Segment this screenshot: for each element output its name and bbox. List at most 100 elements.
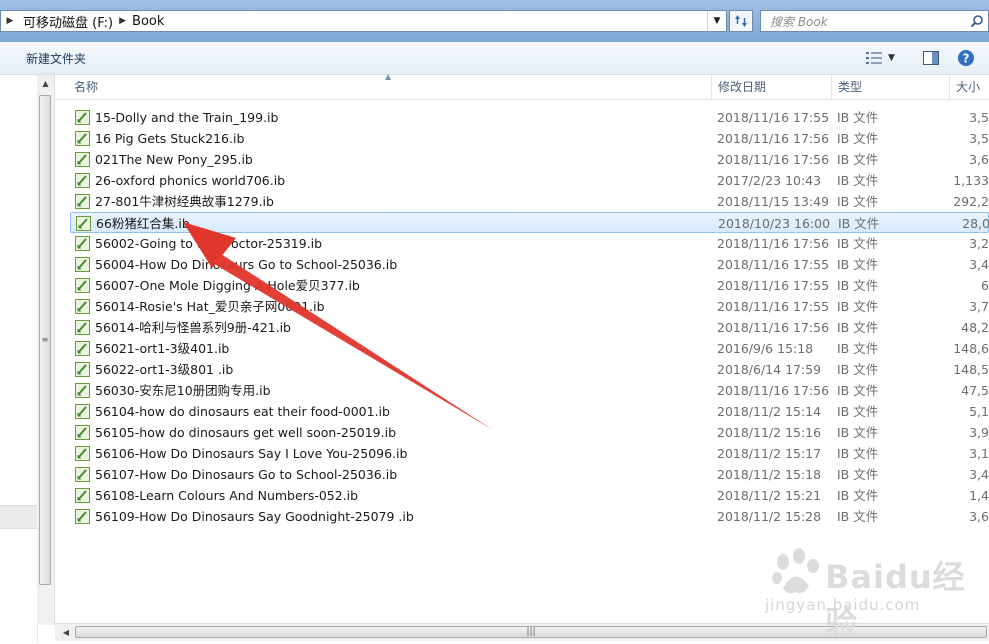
column-header: ▲ 名称 修改日期 类型 大小 bbox=[55, 72, 989, 100]
column-size[interactable]: 大小 bbox=[950, 75, 989, 99]
file-row[interactable]: 66粉猪红合集.ib 2018/10/23 16:00 IB 文件 28,0 bbox=[70, 212, 989, 233]
scrollbar-thumb[interactable]: ≡ bbox=[39, 95, 51, 585]
help-button[interactable]: ? bbox=[956, 48, 976, 68]
file-row[interactable]: 56004-How Do Dinosaurs Go to School-2503… bbox=[70, 254, 989, 275]
search-icon[interactable] bbox=[966, 11, 988, 31]
file-date-modified: 2017/2/23 10:43 bbox=[717, 173, 822, 188]
file-type: IB 文件 bbox=[837, 320, 879, 335]
file-row[interactable]: 16 Pig Gets Stuck216.ib 2018/11/16 17:56 I… bbox=[70, 128, 989, 149]
file-row[interactable]: 56002-Going to the Doctor-25319.ib 2018/1… bbox=[70, 233, 989, 254]
ib-file-icon bbox=[75, 278, 90, 293]
file-size: 3,2 bbox=[969, 236, 989, 251]
file-row[interactable]: 56030-安东尼10册团购专用.ib 2018/11/16 17:56 IB 文件… bbox=[70, 380, 989, 401]
file-type: IB 文件 bbox=[837, 383, 879, 398]
ib-file-icon bbox=[76, 216, 91, 231]
file-row[interactable]: 56106-How Do Dinosaurs Say I Love You-25… bbox=[70, 443, 989, 464]
file-size: 3,7 bbox=[969, 299, 989, 314]
address-history-dropdown-icon[interactable]: ▼ bbox=[707, 11, 726, 31]
file-name: 15-Dolly and the Train_199.ib bbox=[95, 110, 279, 125]
breadcrumb-separator-icon[interactable]: ▶ bbox=[117, 16, 128, 26]
file-size: 292,2 bbox=[953, 194, 989, 209]
file-type: IB 文件 bbox=[837, 194, 879, 209]
file-size: 3,4 bbox=[969, 257, 989, 272]
file-name: 56030-安东尼10册团购专用.ib bbox=[95, 383, 271, 398]
file-size: 3,4 bbox=[969, 467, 989, 482]
file-row[interactable]: 56107-How Do Dinosaurs Go to School-2503… bbox=[70, 464, 989, 485]
file-name: 56109-How Do Dinosaurs Say Goodnight-250… bbox=[95, 509, 414, 524]
ib-file-icon bbox=[75, 509, 90, 524]
file-name: 021The New Pony_295.ib bbox=[95, 152, 253, 167]
file-size: 6 bbox=[981, 278, 989, 293]
file-type: IB 文件 bbox=[837, 404, 879, 419]
scroll-left-icon[interactable]: ◀ bbox=[59, 624, 73, 641]
file-size: 148,5 bbox=[953, 362, 989, 377]
ib-file-icon bbox=[75, 152, 90, 167]
file-row[interactable]: 56021-ort1-3级401.ib 2016/9/6 15:18 IB 文件 14… bbox=[70, 338, 989, 359]
file-type: IB 文件 bbox=[837, 257, 879, 272]
file-row[interactable]: 27-801牛津树经典故事1279.ib 2018/11/15 13:49 IB 文… bbox=[70, 191, 989, 212]
file-size: 3,9 bbox=[969, 425, 989, 440]
file-date-modified: 2018/11/2 15:28 bbox=[717, 509, 822, 524]
file-name: 56021-ort1-3级401.ib bbox=[95, 341, 230, 356]
command-bar: 新建文件夹 ▼ ? bbox=[0, 42, 989, 75]
file-date-modified: 2018/11/16 17:55 bbox=[717, 257, 830, 272]
file-name: 56104-how do dinosaurs eat their food-00… bbox=[95, 404, 390, 419]
ib-file-icon bbox=[75, 236, 90, 251]
file-row[interactable]: 56007-One Mole Digging A Hole爱贝377.ib 201… bbox=[70, 275, 989, 296]
ib-file-icon bbox=[75, 362, 90, 377]
file-row[interactable]: 56014-Rosie's Hat_爱贝亲子网0001.ib 2018/11/16… bbox=[70, 296, 989, 317]
search-input[interactable]: 搜索 Book bbox=[761, 13, 966, 30]
file-type: IB 文件 bbox=[838, 216, 880, 231]
file-date-modified: 2018/11/16 17:55 bbox=[717, 278, 830, 293]
file-name: 26-oxford phonics world706.ib bbox=[95, 173, 286, 188]
breadcrumb-arrow-icon[interactable]: ▶ bbox=[1, 16, 19, 26]
file-name: 56014-哈利与怪兽系列9册-421.ib bbox=[95, 320, 291, 335]
file-row[interactable]: 56022-ort1-3级801 .ib 2018/6/14 17:59 IB 文件… bbox=[70, 359, 989, 380]
file-size: 47,5 bbox=[961, 383, 989, 398]
change-view-button[interactable]: ▼ bbox=[866, 50, 906, 66]
file-date-modified: 2016/9/6 15:18 bbox=[717, 341, 814, 356]
file-name: 56004-How Do Dinosaurs Go to School-2503… bbox=[95, 257, 398, 272]
ib-file-icon bbox=[75, 341, 90, 356]
file-size: 5,1 bbox=[969, 404, 989, 419]
breadcrumb-drive[interactable]: 可移动磁盘 (F:) bbox=[19, 12, 117, 31]
navigation-pane-scrollbar[interactable]: ▲ ≡ bbox=[37, 75, 55, 625]
scroll-up-icon[interactable]: ▲ bbox=[37, 75, 54, 92]
column-date-modified[interactable]: 修改日期 bbox=[712, 75, 832, 99]
file-row[interactable]: 56109-How Do Dinosaurs Say Goodnight-250… bbox=[70, 506, 989, 527]
column-name[interactable]: 名称 bbox=[68, 75, 712, 99]
file-row[interactable]: 021The New Pony_295.ib 2018/11/16 17:56 IB… bbox=[70, 149, 989, 170]
address-bar[interactable]: ▶ 可移动磁盘 (F:) ▶ Book ▼ bbox=[0, 10, 727, 32]
file-date-modified: 2018/11/16 17:56 bbox=[717, 320, 830, 335]
breadcrumb-folder[interactable]: Book bbox=[128, 14, 168, 29]
file-name: 56105-how do dinosaurs get well soon-250… bbox=[95, 425, 397, 440]
file-date-modified: 2018/11/15 13:49 bbox=[717, 194, 830, 209]
file-row[interactable]: 56104-how do dinosaurs eat their food-00… bbox=[70, 401, 989, 422]
file-size: 3,1 bbox=[969, 446, 989, 461]
file-row[interactable]: 56014-哈利与怪兽系列9册-421.ib 2018/11/16 17:56 IB… bbox=[70, 317, 989, 338]
column-type[interactable]: 类型 bbox=[832, 75, 950, 99]
file-row[interactable]: 56105-how do dinosaurs get well soon-250… bbox=[70, 422, 989, 443]
file-type: IB 文件 bbox=[837, 152, 879, 167]
help-icon: ? bbox=[958, 50, 974, 66]
file-row[interactable]: 56108-Learn Colours And Numbers-052.ib 20… bbox=[70, 485, 989, 506]
file-row[interactable]: 15-Dolly and the Train_199.ib 2018/11/16 … bbox=[70, 107, 989, 128]
file-date-modified: 2018/10/23 16:00 bbox=[718, 216, 831, 231]
navigation-pane[interactable] bbox=[0, 75, 38, 642]
file-date-modified: 2018/11/2 15:16 bbox=[717, 425, 822, 440]
file-name: 56106-How Do Dinosaurs Say I Love You-25… bbox=[95, 446, 408, 461]
file-date-modified: 2018/11/16 17:55 bbox=[717, 299, 830, 314]
file-type: IB 文件 bbox=[837, 425, 879, 440]
search-box[interactable]: 搜索 Book bbox=[760, 10, 989, 32]
chevron-down-icon[interactable]: ▼ bbox=[888, 53, 895, 63]
file-row[interactable]: 26-oxford phonics world706.ib 2017/2/23 1… bbox=[70, 170, 989, 191]
file-type: IB 文件 bbox=[837, 236, 879, 251]
file-date-modified: 2018/11/2 15:14 bbox=[717, 404, 822, 419]
refresh-button[interactable] bbox=[729, 10, 753, 32]
new-folder-button[interactable]: 新建文件夹 bbox=[26, 50, 86, 67]
navigation-pane-selected-item[interactable] bbox=[0, 505, 37, 529]
ib-file-icon bbox=[75, 425, 90, 440]
preview-pane-button[interactable] bbox=[921, 48, 941, 68]
file-type: IB 文件 bbox=[837, 362, 879, 377]
file-type: IB 文件 bbox=[837, 173, 879, 188]
